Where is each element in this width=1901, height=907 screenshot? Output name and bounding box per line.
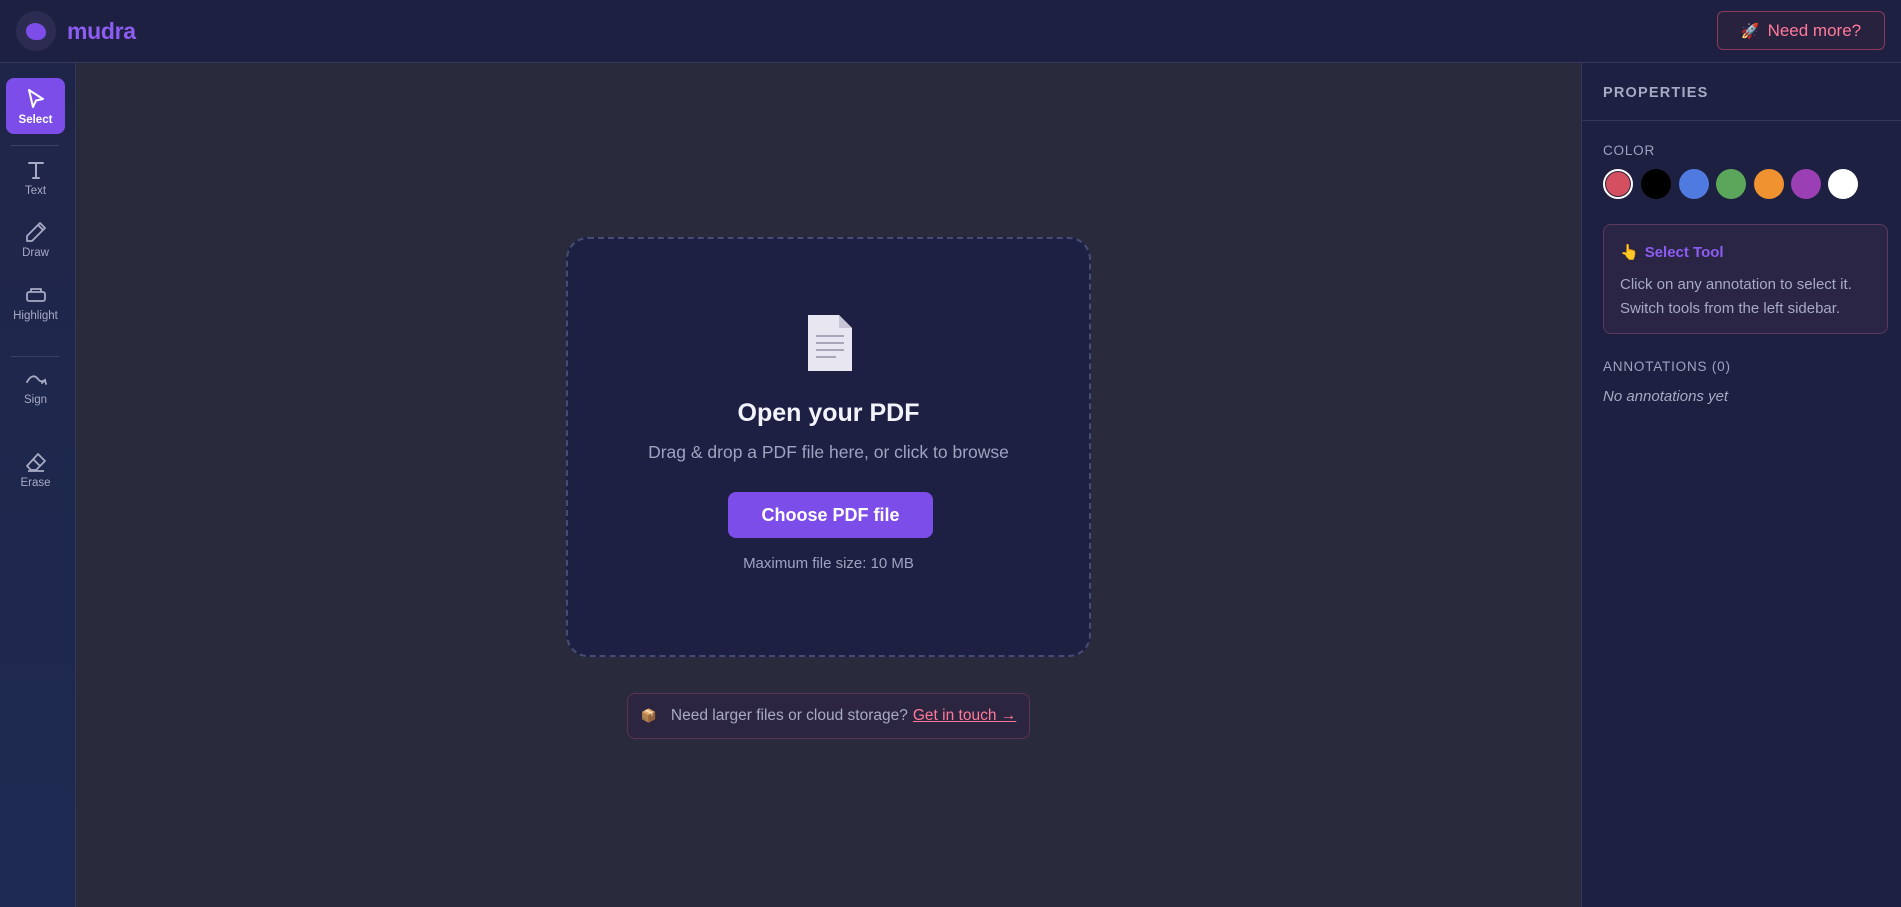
tool-select-label: Select <box>18 113 53 126</box>
tool-draw-label: Draw <box>22 246 49 259</box>
package-icon: 📦 <box>640 708 657 723</box>
tool-info-card: 👆 Select Tool Click on any annotation to… <box>1603 224 1888 334</box>
signature-icon <box>25 374 47 385</box>
logo-icon <box>16 11 56 51</box>
get-in-touch-link[interactable]: Get in touch → <box>913 707 1016 725</box>
need-more-label: Need more? <box>1767 20 1862 40</box>
choose-pdf-button[interactable]: Choose PDF file <box>728 492 933 538</box>
sidebar-divider <box>11 356 59 357</box>
document-icon <box>808 315 852 371</box>
pdf-dropzone[interactable]: Open your PDF Drag & drop a PDF file her… <box>566 237 1091 657</box>
highlighter-icon <box>25 287 46 302</box>
color-swatch-white[interactable] <box>1828 169 1858 199</box>
dropzone-subtitle: Drag & drop a PDF file here, or click to… <box>648 442 1009 462</box>
color-swatch-orange[interactable] <box>1754 169 1784 199</box>
pointing-hand-icon: 👆 <box>1620 244 1639 261</box>
tool-info-title: 👆 Select Tool <box>1620 243 1724 262</box>
text-icon <box>27 161 44 179</box>
max-file-size: Maximum file size: 10 MB <box>743 555 914 572</box>
tool-sign-label: Sign <box>23 393 48 406</box>
sidebar-divider <box>11 145 59 146</box>
tool-draw[interactable]: Draw <box>6 211 65 267</box>
main-canvas: Open your PDF Drag & drop a PDF file her… <box>77 63 1581 907</box>
storage-promo-text: Need larger files or cloud storage? <box>670 707 908 724</box>
color-swatch-purple[interactable] <box>1791 169 1821 199</box>
properties-panel: PROPERTIES COLOR 👆 Select Tool Click on … <box>1581 63 1901 907</box>
annotations-label: ANNOTATIONS (0) <box>1603 359 1731 374</box>
pen-icon <box>25 221 46 242</box>
color-label: COLOR <box>1603 143 1656 158</box>
annotations-empty: No annotations yet <box>1603 388 1729 405</box>
tool-erase[interactable]: Erase <box>6 441 65 497</box>
tool-select[interactable]: Select <box>6 78 65 134</box>
color-swatch-black[interactable] <box>1641 169 1671 199</box>
tool-text[interactable]: Text <box>6 149 65 205</box>
storage-promo: 📦 Need larger files or cloud storage? Ge… <box>627 693 1030 739</box>
color-swatch-blue[interactable] <box>1679 169 1709 199</box>
color-swatch-red[interactable] <box>1603 169 1633 199</box>
brand-name: mudra <box>67 17 136 44</box>
tool-sign[interactable]: Sign <box>6 358 65 414</box>
properties-title: PROPERTIES <box>1582 63 1901 121</box>
tool-erase-label: Erase <box>20 476 51 489</box>
dropzone-title: Open your PDF <box>737 399 920 427</box>
top-header: mudra 🚀 Need more? <box>0 0 1901 63</box>
tool-sidebar: Select Text Draw Highlight Sign Erase <box>0 63 76 907</box>
tool-info-description: Click on any annotation to select it. Sw… <box>1620 276 1852 317</box>
eraser-icon <box>25 452 46 472</box>
tool-info-name: Select Tool <box>1644 243 1724 261</box>
need-more-button[interactable]: 🚀 Need more? <box>1717 11 1885 50</box>
brand-logo[interactable]: mudra <box>16 11 136 51</box>
rocket-icon: 🚀 <box>1740 22 1760 40</box>
tool-text-label: Text <box>24 184 47 197</box>
cursor-icon <box>27 88 44 108</box>
color-swatch-green[interactable] <box>1716 169 1746 199</box>
tool-highlight-label: Highlight <box>13 309 58 322</box>
tool-highlight[interactable]: Highlight <box>6 274 65 330</box>
